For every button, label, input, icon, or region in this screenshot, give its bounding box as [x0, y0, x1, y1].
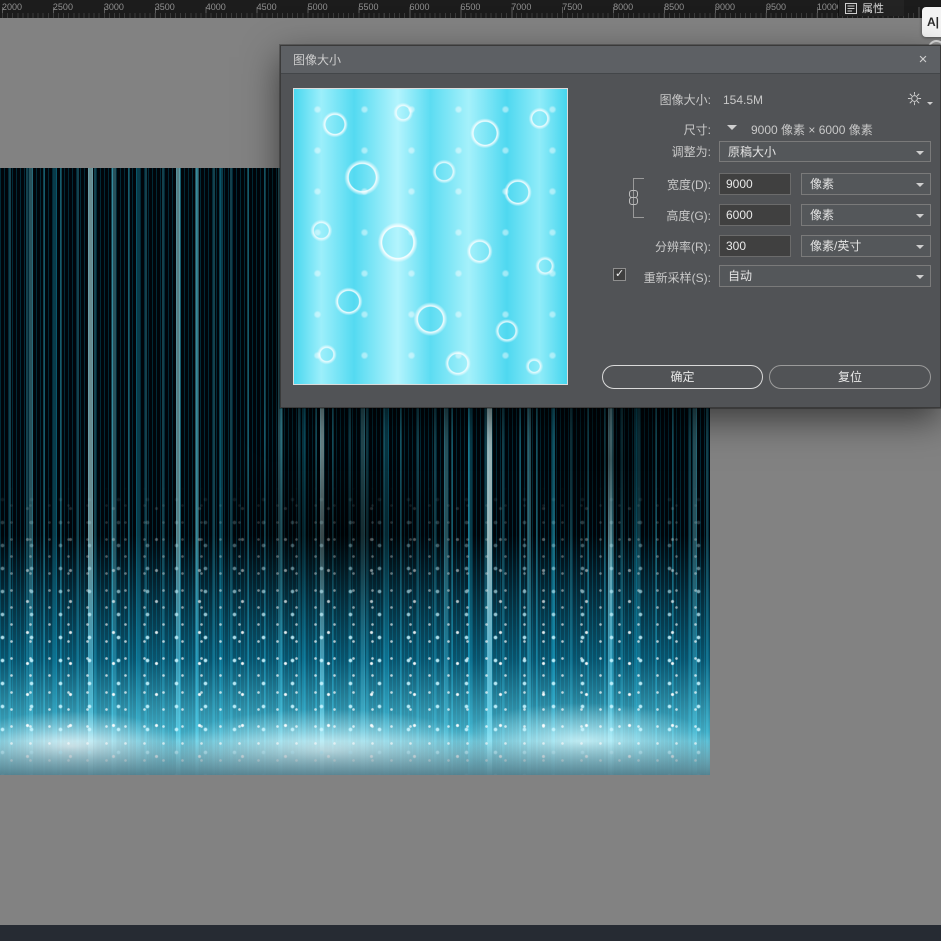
- dimensions-label: 尺寸:: [683, 123, 711, 137]
- image-size-dialog: 图像大小 × 图像大小: 154.5M 尺寸: 9000 像素 × 6000 像…: [280, 45, 941, 408]
- resolution-unit-select[interactable]: 像素/英寸: [801, 235, 931, 257]
- dimensions-value: 9000 像素 × 6000 像素: [751, 123, 873, 137]
- fit-to-select[interactable]: 原稿大小: [719, 141, 931, 162]
- image-size-value: 154.5M: [723, 93, 764, 107]
- ruler-tick: 6000: [409, 2, 430, 12]
- fit-to-label: 调整为:: [671, 145, 711, 159]
- ruler-tick: 3500: [154, 2, 175, 12]
- ruler-tick: 4000: [205, 2, 226, 12]
- dialog-title: 图像大小: [293, 53, 342, 67]
- resolution-input[interactable]: [719, 235, 791, 257]
- width-unit-value: 像素: [810, 177, 835, 191]
- properties-panel-tab[interactable]: 属性: [838, 0, 904, 16]
- properties-panel-label: 属性: [862, 3, 884, 15]
- width-label: 宽度(D):: [667, 178, 711, 192]
- close-icon[interactable]: ×: [914, 51, 932, 69]
- fit-to-value: 原稿大小: [728, 145, 777, 159]
- height-label: 高度(G):: [666, 209, 711, 223]
- ruler-tick: 9000: [715, 2, 736, 12]
- ruler-tick: 5500: [358, 2, 379, 12]
- properties-panel-icon: [845, 2, 857, 14]
- ruler-tick: 2500: [52, 2, 73, 12]
- ruler-tick: 9500: [765, 2, 786, 12]
- tool-hint-chip[interactable]: A|: [922, 7, 941, 37]
- ruler-tick: 5000: [307, 2, 328, 12]
- resample-select[interactable]: 自动: [719, 265, 931, 287]
- ruler-tick: 8000: [613, 2, 634, 12]
- resample-label: 重新采样(S):: [643, 271, 711, 285]
- bottom-bar: [0, 925, 941, 941]
- height-input[interactable]: [719, 204, 791, 226]
- ruler-tick: 4500: [256, 2, 277, 12]
- height-unit-value: 像素: [810, 208, 835, 222]
- chain-link-icon: [629, 197, 638, 205]
- constrain-proportions-bracket[interactable]: [629, 178, 644, 218]
- width-unit-select[interactable]: 像素: [801, 173, 931, 195]
- ruler-tick: 2000: [2, 2, 23, 12]
- ok-button[interactable]: 确定: [602, 365, 763, 389]
- resample-value: 自动: [728, 269, 753, 283]
- resolution-label: 分辨率(R):: [655, 240, 711, 254]
- ruler-tick: 8500: [664, 2, 685, 12]
- height-unit-select[interactable]: 像素: [801, 204, 931, 226]
- gear-icon[interactable]: [907, 91, 933, 109]
- resample-checkbox[interactable]: [613, 267, 626, 281]
- ruler-tick: 6500: [460, 2, 481, 12]
- image-size-label: 图像大小:: [659, 93, 711, 107]
- gear-caret-icon: [927, 102, 933, 108]
- ruler-tick: 7000: [511, 2, 532, 12]
- image-preview[interactable]: [293, 88, 568, 385]
- canvas-sparkles: [0, 485, 710, 775]
- ruler-tick: 3000: [103, 2, 124, 12]
- ruler-tick: 7500: [562, 2, 583, 12]
- width-input[interactable]: [719, 173, 791, 195]
- canvas-reflection: [0, 741, 710, 775]
- dialog-titlebar[interactable]: 图像大小 ×: [281, 46, 940, 74]
- reset-button[interactable]: 复位: [769, 365, 931, 389]
- resolution-unit-value: 像素/英寸: [810, 239, 862, 253]
- ruler[interactable]: 2000 2500 3000 3500 4000 4500 5000 5500 6000 6500…: [0, 0, 941, 18]
- dimensions-dropdown-icon[interactable]: [727, 125, 737, 135]
- photoshop-window: 2000 2500 3000 3500 4000 4500 5000 5500 6000 6500…: [0, 0, 941, 941]
